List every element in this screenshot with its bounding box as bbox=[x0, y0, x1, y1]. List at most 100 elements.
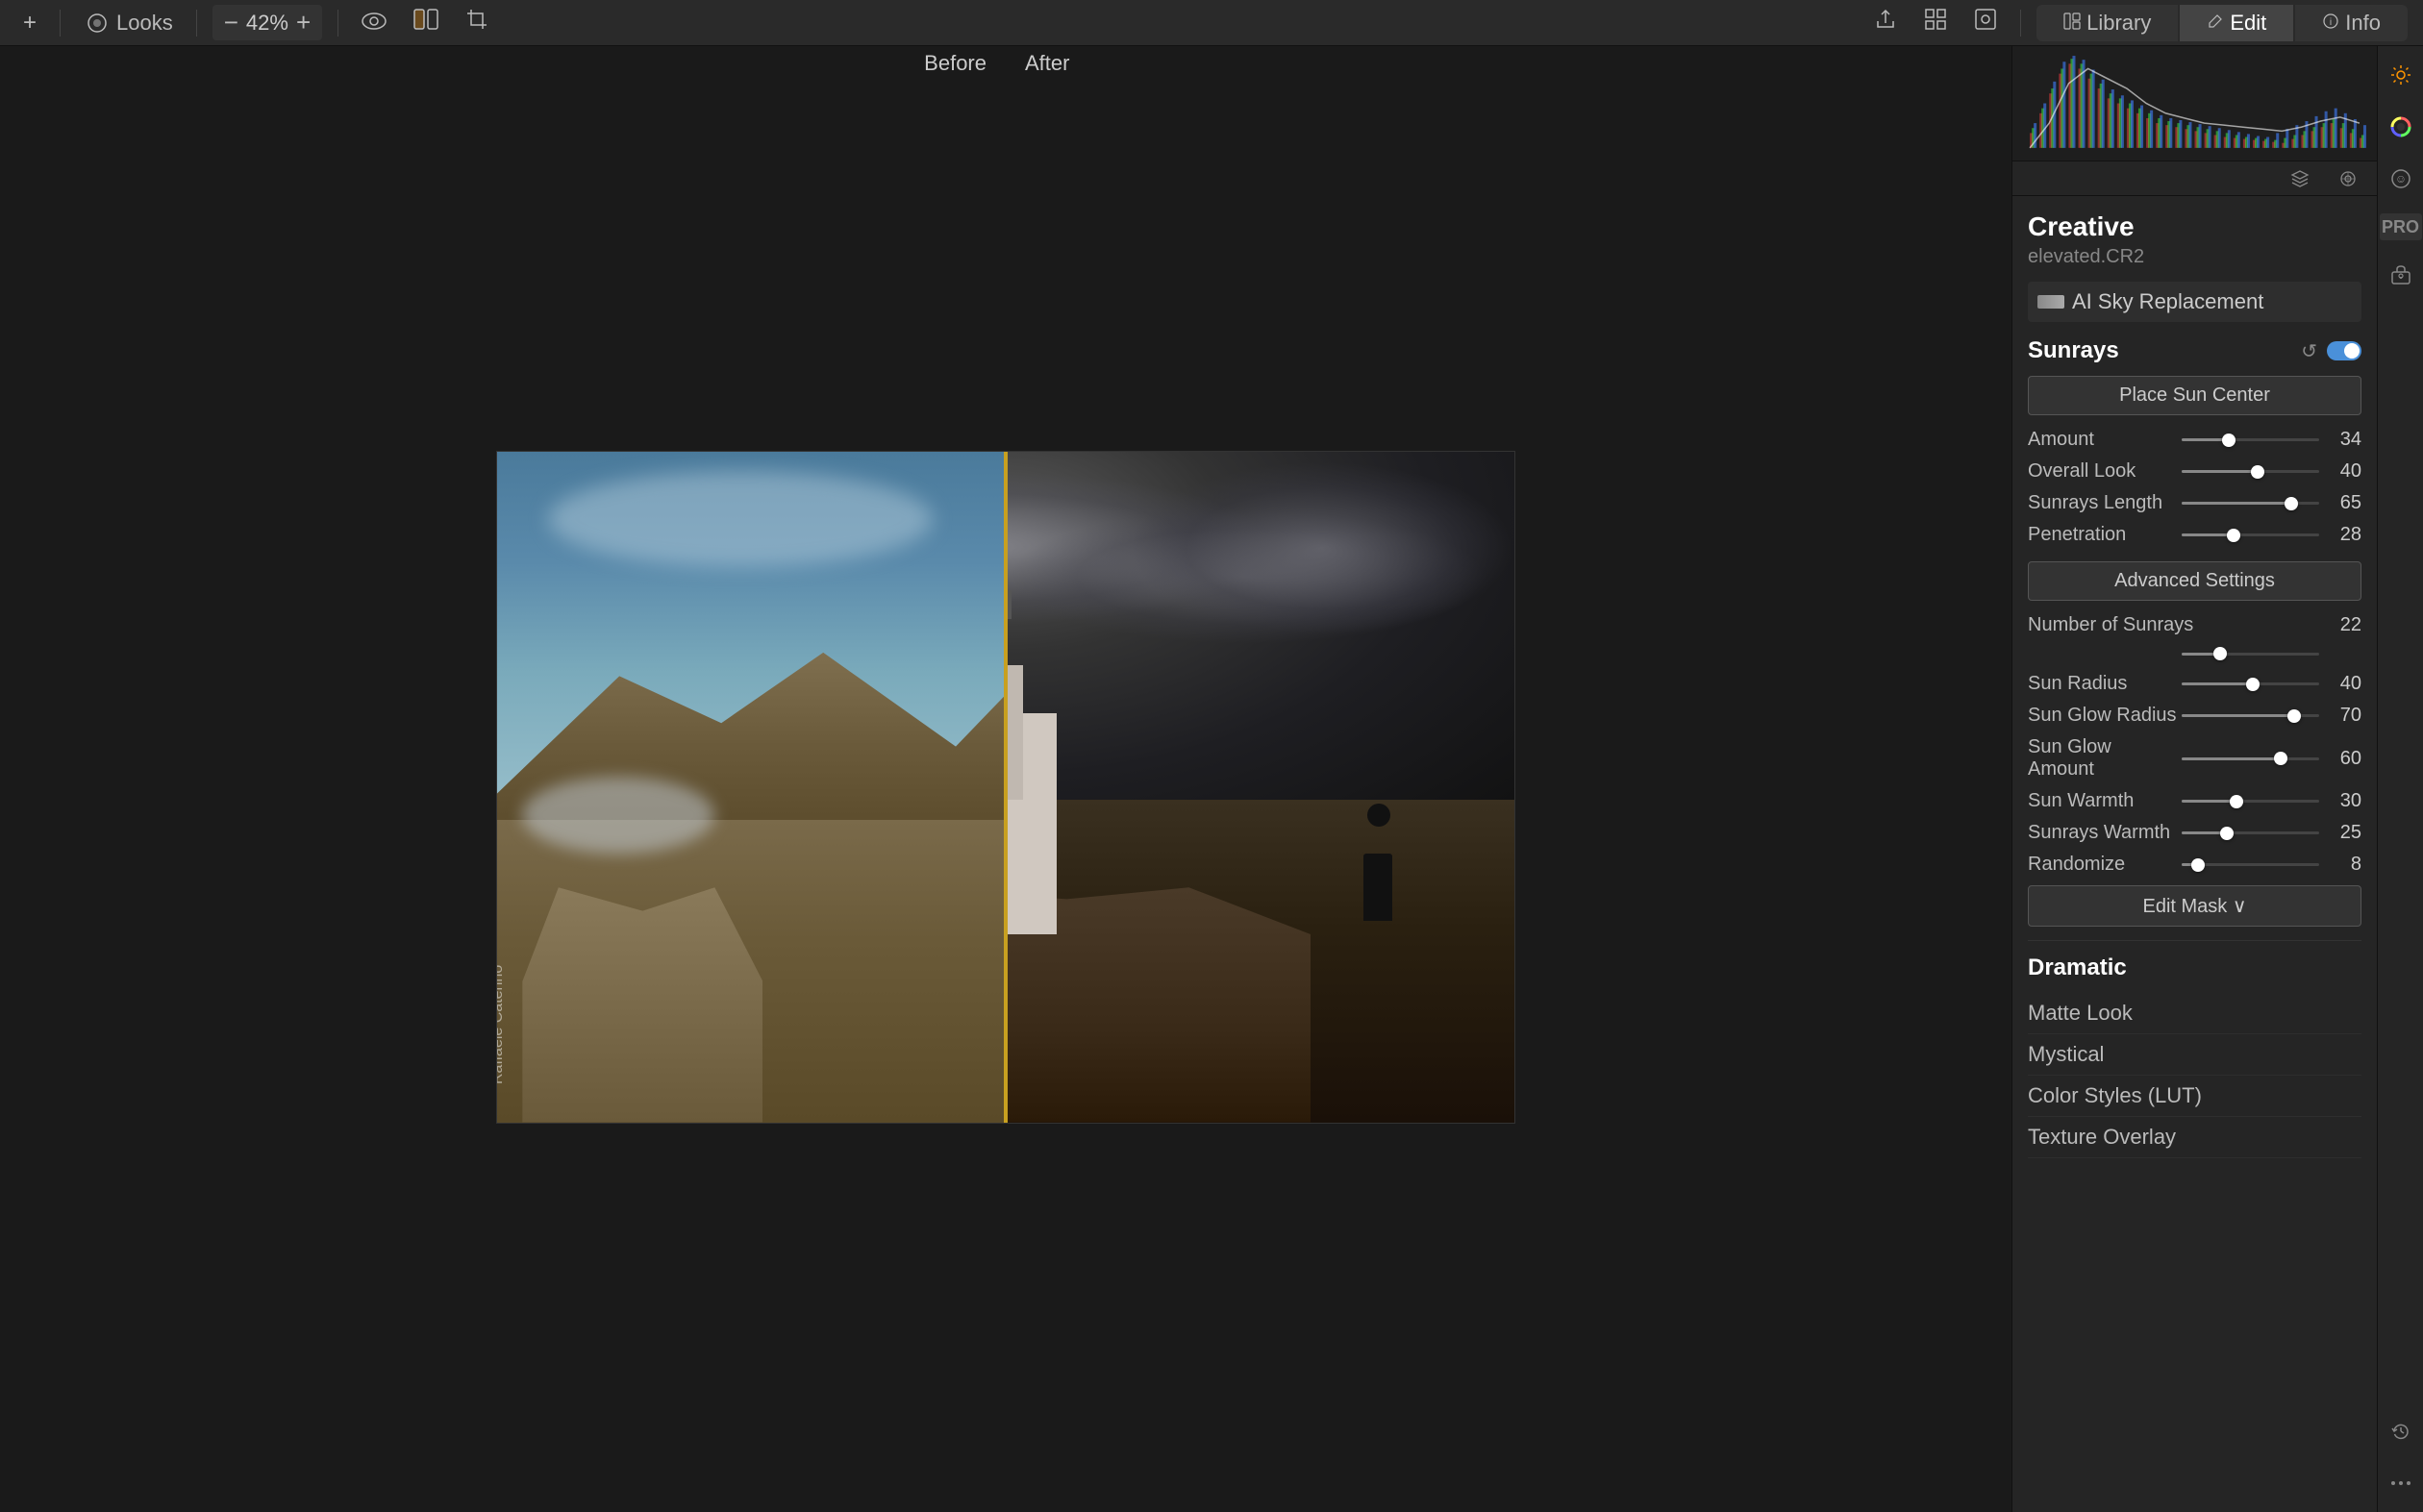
zoom-minus-button[interactable]: − bbox=[220, 8, 242, 37]
slider-track-1[interactable] bbox=[2182, 462, 2319, 482]
slider-row-sunrays-length: Sunrays Length 65 bbox=[2028, 492, 2361, 514]
advanced-settings-button[interactable]: Advanced Settings bbox=[2028, 561, 2361, 601]
dramatic-title: Dramatic bbox=[2028, 954, 2127, 981]
extra-slider-row-sun-radius: Sun Radius 40 bbox=[2028, 673, 2361, 695]
more-options-icon[interactable] bbox=[2384, 1466, 2418, 1500]
extra-slider-value-3: 30 bbox=[2327, 790, 2361, 812]
panel-title: Creative bbox=[2028, 211, 2361, 242]
adjust-panel-icon[interactable] bbox=[2331, 161, 2365, 196]
sun-adjust-icon[interactable] bbox=[2384, 58, 2418, 92]
right-panel: Creative elevated.CR2 AI Sky Replacement… bbox=[2011, 46, 2377, 1512]
extra-slider-row-sunrays-warmth: Sunrays Warmth 25 bbox=[2028, 822, 2361, 844]
edit-label: Edit bbox=[2230, 11, 2266, 36]
extra-slider-track-1[interactable] bbox=[2182, 706, 2319, 726]
compare-button[interactable] bbox=[406, 5, 446, 40]
layers-panel-icon[interactable] bbox=[2283, 161, 2317, 196]
dramatic-item-0[interactable]: Matte Look bbox=[2028, 993, 2361, 1034]
slider-value-3: 28 bbox=[2327, 524, 2361, 546]
extra-slider-track-3[interactable] bbox=[2182, 792, 2319, 811]
grid-button[interactable] bbox=[1916, 4, 1955, 41]
zoom-plus-button[interactable]: + bbox=[292, 8, 314, 37]
share-button[interactable] bbox=[1866, 4, 1905, 41]
slider-row-overall-look: Overall Look 40 bbox=[2028, 460, 2361, 483]
zoom-value: 42% bbox=[246, 11, 288, 36]
extra-slider-value-4: 25 bbox=[2327, 822, 2361, 844]
library-label: Library bbox=[2086, 11, 2151, 36]
slider-track-2[interactable] bbox=[2182, 494, 2319, 513]
ai-sky-header[interactable]: AI Sky Replacement bbox=[2028, 282, 2361, 322]
share-icon bbox=[1874, 8, 1897, 37]
histogram-chart bbox=[2020, 54, 2369, 153]
dramatic-item-1[interactable]: Mystical bbox=[2028, 1034, 2361, 1076]
split-line bbox=[1006, 452, 1008, 1123]
dramatic-item-3[interactable]: Texture Overlay bbox=[2028, 1117, 2361, 1158]
pro-badge[interactable]: PRO bbox=[2380, 213, 2422, 240]
watermark: Raffaele Caterino bbox=[496, 964, 507, 1083]
main-sliders: Amount 34 Overall Look 40 Sunrays Length… bbox=[2028, 429, 2361, 546]
extra-slider-value-5: 8 bbox=[2327, 854, 2361, 876]
svg-text:☺: ☺ bbox=[2394, 172, 2406, 186]
panel-scrollable-content[interactable]: Creative elevated.CR2 AI Sky Replacement… bbox=[2012, 196, 2377, 1512]
ai-sky-icon bbox=[2037, 295, 2064, 309]
divider-3 bbox=[337, 10, 338, 37]
svg-text:i: i bbox=[2330, 17, 2332, 28]
place-sun-center-button[interactable]: Place Sun Center bbox=[2028, 376, 2361, 415]
dramatic-list: Matte LookMysticalColor Styles (LUT)Text… bbox=[2028, 993, 2361, 1158]
extra-slider-row-sun-glow-radius: Sun Glow Radius 70 bbox=[2028, 705, 2361, 727]
library-button[interactable]: Library bbox=[2036, 5, 2178, 41]
slider-row-amount: Amount 34 bbox=[2028, 429, 2361, 451]
add-button[interactable]: + bbox=[15, 6, 44, 40]
divider-2 bbox=[196, 10, 197, 37]
tools-icon[interactable] bbox=[2384, 258, 2418, 292]
image-container[interactable]: Raffaele Caterino bbox=[0, 46, 2011, 1512]
slider-value-0: 34 bbox=[2327, 429, 2361, 451]
number-sunrays-value: 22 bbox=[2340, 614, 2361, 636]
crop-icon bbox=[465, 8, 488, 37]
slider-label-0: Amount bbox=[2028, 429, 2182, 451]
creative-icon[interactable]: ☺ bbox=[2384, 161, 2418, 196]
extra-slider-track-4[interactable] bbox=[2182, 824, 2319, 843]
slider-track-0[interactable] bbox=[2182, 431, 2319, 450]
preview-button[interactable] bbox=[354, 6, 394, 40]
panel-subtitle: elevated.CR2 bbox=[2028, 246, 2361, 268]
info-icon: i bbox=[2322, 11, 2339, 36]
photo-wrapper: Raffaele Caterino bbox=[496, 451, 1515, 1124]
side-icons-panel: ☺ PRO bbox=[2377, 46, 2423, 1512]
extra-slider-value-1: 70 bbox=[2327, 705, 2361, 727]
slider-label-3: Penetration bbox=[2028, 524, 2182, 546]
crop-button[interactable] bbox=[458, 4, 496, 41]
extra-slider-label-0: Sun Radius bbox=[2028, 673, 2182, 695]
main-toolbar: + Looks − 42% + bbox=[0, 0, 2423, 46]
extra-slider-track-2[interactable] bbox=[2182, 749, 2319, 768]
dramatic-item-2[interactable]: Color Styles (LUT) bbox=[2028, 1076, 2361, 1117]
histogram-area bbox=[2012, 46, 2377, 161]
edit-mask-button[interactable]: Edit Mask ∨ bbox=[2028, 885, 2361, 927]
edit-button[interactable]: Edit bbox=[2180, 5, 2293, 41]
number-sunrays-header: Number of Sunrays 22 bbox=[2028, 614, 2361, 636]
main-content: Before After bbox=[0, 46, 2423, 1512]
color-wheel-icon[interactable] bbox=[2384, 110, 2418, 144]
extra-slider-value-0: 40 bbox=[2327, 673, 2361, 695]
slider-track-3[interactable] bbox=[2182, 526, 2319, 545]
extra-slider-value-2: 60 bbox=[2327, 748, 2361, 770]
before-after-labels: Before After bbox=[0, 46, 2011, 81]
extra-slider-track-0[interactable] bbox=[2182, 675, 2319, 694]
extra-slider-track-5[interactable] bbox=[2182, 855, 2319, 875]
photo-before bbox=[497, 452, 1006, 1123]
extra-slider-row-sun-warmth: Sun Warmth 30 bbox=[2028, 790, 2361, 812]
slider-label-2: Sunrays Length bbox=[2028, 492, 2182, 514]
grid-icon bbox=[1924, 8, 1947, 37]
looks-button[interactable]: Looks bbox=[76, 6, 181, 40]
canvas-area: Before After bbox=[0, 46, 2011, 1512]
sunrays-reset-button[interactable]: ↺ bbox=[2301, 339, 2317, 363]
fullscreen-button[interactable] bbox=[1966, 4, 2005, 41]
number-sunrays-slider[interactable] bbox=[2182, 644, 2319, 663]
sunrays-toggle[interactable] bbox=[2327, 341, 2361, 360]
history-icon[interactable] bbox=[2384, 1414, 2418, 1449]
add-icon: + bbox=[23, 10, 37, 37]
after-label: After bbox=[1006, 46, 2011, 81]
info-button[interactable]: i Info bbox=[2295, 5, 2408, 41]
slider-value-2: 65 bbox=[2327, 492, 2361, 514]
fullscreen-icon bbox=[1974, 8, 1997, 37]
info-label: Info bbox=[2345, 11, 2381, 36]
